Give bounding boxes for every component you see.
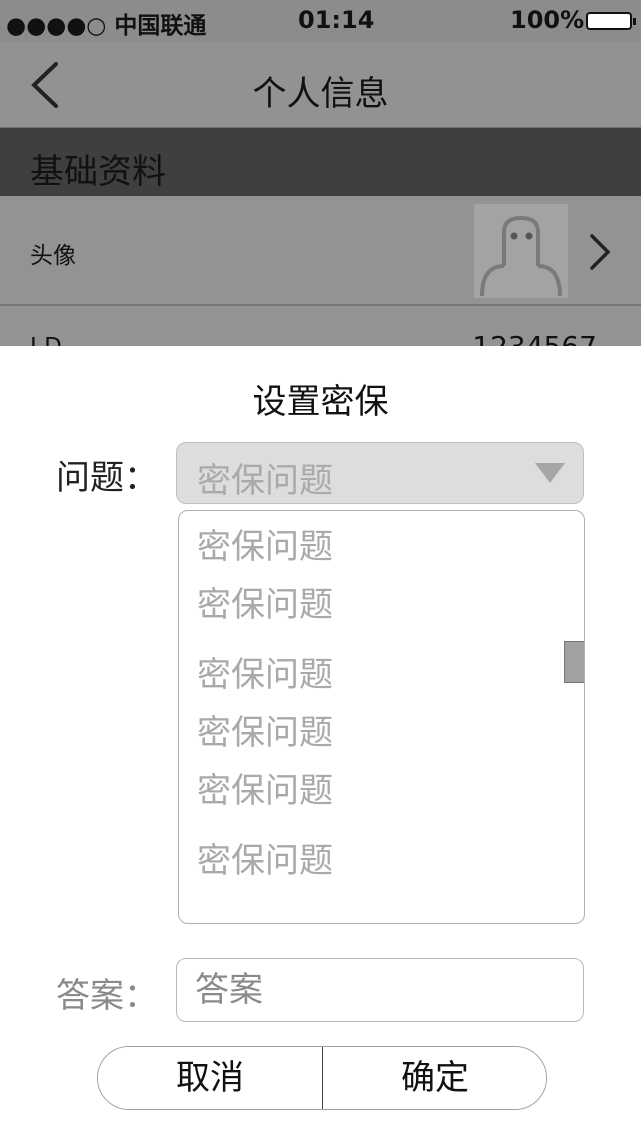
scrollbar-thumb[interactable] xyxy=(564,641,584,683)
answer-input[interactable] xyxy=(176,958,584,1022)
chevron-right-icon[interactable] xyxy=(586,232,614,272)
carrier-label: ●●●●○ 中国联通 xyxy=(6,13,207,39)
question-option[interactable]: 密保问题 xyxy=(197,519,333,568)
dialog-button-group: 取消 确定 xyxy=(97,1046,547,1110)
question-options-list[interactable]: 密保问题 密保问题 密保问题 密保问题 密保问题 密保问题 xyxy=(178,510,585,924)
answer-label: 答案： xyxy=(56,976,158,1016)
battery-percentage: 100% xyxy=(510,6,585,34)
triangle-down-icon[interactable] xyxy=(535,463,565,483)
id-value: 1234567 xyxy=(472,330,597,346)
avatar[interactable] xyxy=(474,204,568,298)
id-row: I D 1234567 xyxy=(0,306,641,346)
battery-full-icon xyxy=(586,12,636,30)
question-label: 问题： xyxy=(56,458,158,498)
section-header: 基础资料 xyxy=(0,128,641,196)
status-bar: ●●●●○ 中国联通 01:14 100% xyxy=(0,0,641,42)
confirm-button[interactable]: 确定 xyxy=(322,1047,546,1109)
question-option[interactable]: 密保问题 xyxy=(197,705,333,754)
question-option[interactable]: 密保问题 xyxy=(197,647,333,696)
avatar-row[interactable]: 头像 xyxy=(0,196,641,306)
clock-time: 01:14 xyxy=(298,6,375,34)
security-question-dialog: 设置密保 问题： 密保问题 密保问题 密保问题 密保问题 密保问题 密保问题 密… xyxy=(0,346,641,1137)
section-title: 基础资料 xyxy=(30,152,166,192)
cancel-button[interactable]: 取消 xyxy=(98,1047,322,1109)
question-option[interactable]: 密保问题 xyxy=(197,763,333,812)
question-option[interactable]: 密保问题 xyxy=(197,833,333,882)
page-title: 个人信息 xyxy=(252,74,389,114)
dialog-title: 设置密保 xyxy=(252,382,389,422)
question-selected-value: 密保问题 xyxy=(197,461,333,501)
navigation-bar: 个人信息 xyxy=(0,42,641,128)
id-label: I D xyxy=(30,334,62,346)
avatar-label: 头像 xyxy=(30,243,76,269)
user-avatar-icon xyxy=(480,215,562,297)
question-option[interactable]: 密保问题 xyxy=(197,577,333,626)
question-select[interactable]: 密保问题 xyxy=(176,442,584,504)
